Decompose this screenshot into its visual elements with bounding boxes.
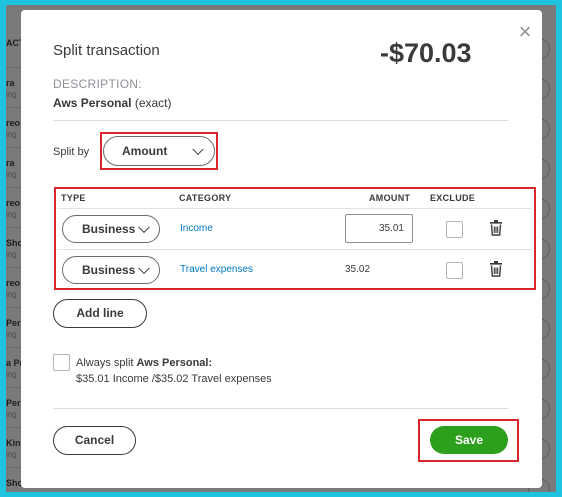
exclude-checkbox[interactable] (446, 262, 463, 279)
split-by-dropdown[interactable]: Amount (103, 136, 215, 166)
background-row-sub: ing (6, 290, 17, 299)
category-link[interactable]: Income (180, 223, 213, 234)
background-row-sub: ing (6, 330, 17, 339)
type-value: Business (82, 222, 136, 236)
always-split-checkbox[interactable] (53, 354, 70, 371)
description-merchant: Aws Personal (53, 96, 132, 110)
background-row-sub: ing (6, 90, 17, 99)
chevron-down-icon (192, 143, 204, 156)
chevron-down-icon (138, 221, 150, 234)
always-split-detail: $35.01 Income /$35.02 Travel expenses (76, 373, 272, 385)
chevron-down-icon (138, 262, 150, 275)
background-row-sub: ing (6, 490, 17, 492)
description-label: DESCRIPTION: (53, 77, 142, 91)
split-by-value: Amount (122, 144, 168, 158)
description-match-type: (exact) (134, 96, 172, 110)
background-row-sub: ing (6, 370, 17, 379)
dialog-title: Split transaction (53, 42, 160, 59)
amount-input[interactable]: 35.01 (345, 214, 413, 243)
exclude-checkbox[interactable] (446, 221, 463, 238)
background-row-name: ra (6, 78, 15, 88)
always-split-merchant: Aws Personal: (136, 357, 213, 369)
trash-icon[interactable] (489, 220, 503, 236)
divider (53, 408, 508, 409)
description-value: Aws Personal (exact) (53, 96, 172, 110)
background-row-name: ra (6, 158, 15, 168)
background-row-sub: ing (6, 450, 17, 459)
transaction-total: -$70.03 (380, 38, 472, 68)
background-row-name: Per (6, 318, 21, 328)
column-header-amount: AMOUNT (369, 193, 411, 203)
trash-icon[interactable] (489, 261, 503, 277)
background-row-sub: ing (6, 250, 17, 259)
column-header-exclude: EXCLUDE (430, 193, 476, 203)
amount-value[interactable]: 35.02 (345, 264, 370, 275)
background-row-name: reo (6, 278, 21, 288)
category-link[interactable]: Travel expenses (180, 264, 253, 275)
close-icon[interactable]: × (515, 21, 535, 43)
type-dropdown[interactable]: Business (62, 215, 160, 243)
column-header-type: TYPE (61, 193, 86, 203)
background-row-name: reo (6, 198, 21, 208)
type-value: Business (82, 263, 136, 277)
background-row-name: Per (6, 398, 21, 408)
cancel-button[interactable]: Cancel (53, 426, 136, 455)
row-divider (57, 208, 532, 209)
save-button[interactable]: Save (430, 426, 508, 454)
split-by-label: Split by (53, 146, 90, 158)
background-row-sub: ing (6, 130, 17, 139)
background-row-name: Kin (6, 438, 21, 448)
always-split-prefix: Always split (76, 357, 137, 369)
add-line-button[interactable]: Add line (53, 299, 147, 328)
split-transaction-dialog: × Split transaction -$70.03 DESCRIPTION:… (21, 10, 542, 488)
type-dropdown[interactable]: Business (62, 256, 160, 284)
always-split-text: Always split Aws Personal: $35.01 Income… (76, 355, 272, 387)
background-row-sub: ing (6, 170, 17, 179)
row-divider (57, 249, 532, 250)
background-row-sub: ing (6, 210, 17, 219)
column-header-category: CATEGORY (179, 193, 232, 203)
divider (53, 120, 508, 121)
background-row-sub: ing (6, 410, 17, 419)
background-row-name: reo (6, 118, 21, 128)
